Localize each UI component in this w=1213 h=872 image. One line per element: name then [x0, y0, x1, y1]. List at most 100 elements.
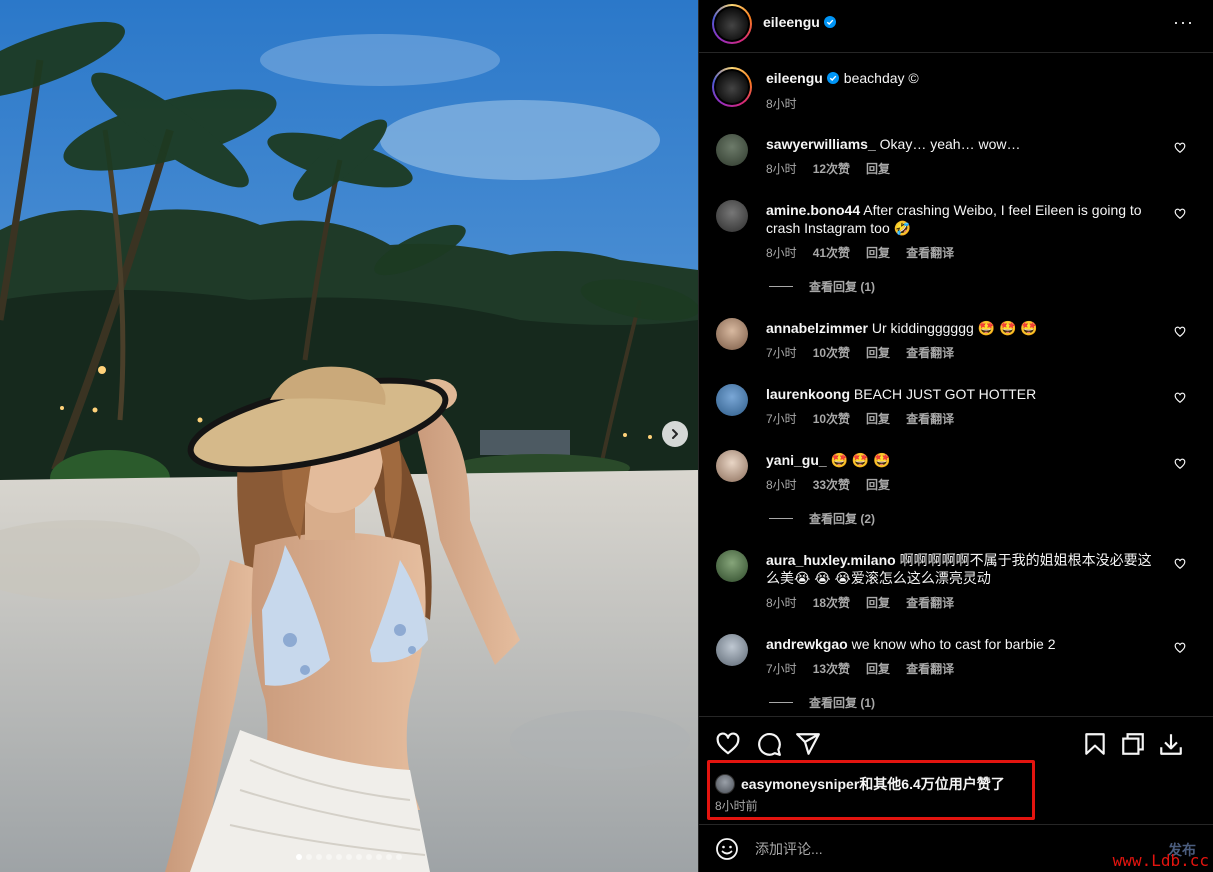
caption-text: beachday ©: [843, 70, 919, 86]
comment-like-count[interactable]: 41次赞: [813, 244, 850, 261]
copy-icon[interactable]: [1120, 731, 1146, 757]
carousel-dot: [316, 854, 322, 860]
commenter-avatar[interactable]: [716, 200, 748, 232]
commenter-username[interactable]: annabelzimmer: [766, 320, 868, 336]
emoji-icon[interactable]: [715, 837, 739, 861]
translate-button[interactable]: 查看翻译: [906, 594, 954, 611]
likes-summary[interactable]: easymoneysniper和其他6.4万位用户赞了: [715, 774, 1005, 794]
comment-like-icon[interactable]: [1174, 392, 1186, 404]
comment-meta: 8小时 12次赞 回复: [766, 160, 890, 177]
verified-badge-icon: [823, 16, 836, 28]
carousel-dot: [386, 854, 392, 860]
comment-body: annabelzimmer Ur kiddingggggg 🤩 🤩 🤩: [766, 319, 1158, 337]
bookmark-icon[interactable]: [1082, 731, 1108, 757]
reply-button[interactable]: 回复: [866, 660, 890, 677]
view-replies-button[interactable]: 查看回复 (1): [769, 694, 875, 711]
reply-button[interactable]: 回复: [866, 160, 890, 177]
reply-button[interactable]: 回复: [866, 244, 890, 261]
comment-icon[interactable]: [756, 731, 782, 757]
comment-body: laurenkoong BEACH JUST GOT HOTTER: [766, 385, 1158, 403]
comment-like-icon[interactable]: [1174, 458, 1186, 470]
commenter-avatar[interactable]: [716, 134, 748, 166]
translate-button[interactable]: 查看翻译: [906, 244, 954, 261]
comment-time: 7小时: [766, 346, 797, 360]
reply-button[interactable]: 回复: [866, 594, 890, 611]
comment-like-icon[interactable]: [1174, 326, 1186, 338]
post-actions: easymoneysniper和其他6.4万位用户赞了 8小时前: [699, 716, 1213, 824]
commenter-avatar[interactable]: [716, 384, 748, 416]
comment-time: 8小时: [766, 162, 797, 176]
commenter-username[interactable]: sawyerwilliams_: [766, 136, 876, 152]
view-replies-label: 查看回复 (1): [809, 696, 876, 710]
download-icon[interactable]: [1158, 731, 1184, 757]
carousel-dot: [326, 854, 332, 860]
comment-text: Ur kiddingggggg 🤩 🤩 🤩: [867, 320, 1038, 336]
translate-button[interactable]: 查看翻译: [906, 410, 954, 427]
verified-badge-icon: [826, 72, 839, 84]
caption-username[interactable]: eileengu: [766, 70, 823, 86]
comment-like-count[interactable]: 12次赞: [813, 160, 850, 177]
commenter-username[interactable]: amine.bono44: [766, 202, 860, 218]
comment-time: 8小时: [766, 596, 797, 610]
beach-photo: [0, 0, 698, 872]
translate-button[interactable]: 查看翻译: [906, 344, 954, 361]
comment-time: 7小时: [766, 412, 797, 426]
next-image-button[interactable]: [662, 421, 688, 447]
comment-like-icon[interactable]: [1174, 142, 1186, 154]
send-icon[interactable]: [795, 731, 821, 757]
chevron-right-icon: [672, 429, 678, 439]
comment-meta: 8小时 18次赞 回复 查看翻译: [766, 594, 954, 611]
comment-like-icon[interactable]: [1174, 558, 1186, 570]
comment-meta: 7小时 13次赞 回复 查看翻译: [766, 660, 954, 677]
header-username[interactable]: eileengu: [763, 14, 820, 30]
comment-meta: 8小时 41次赞 回复 查看翻译: [766, 244, 954, 261]
post-timestamp: 8小时前: [715, 799, 758, 813]
translate-button[interactable]: 查看翻译: [906, 660, 954, 677]
comment-time: 8小时: [766, 478, 797, 492]
comment-like-count[interactable]: 10次赞: [813, 344, 850, 361]
comment-body: aura_huxley.milano 啊啊啊啊啊不属于我的姐姐根本没必要这么美😭…: [766, 551, 1158, 587]
replies-divider: [769, 518, 793, 519]
carousel-dots: [0, 854, 698, 860]
comment-item: yani_gu_ 🤩 🤩 🤩 8小时 33次赞 回复查看回复 (2): [699, 448, 1213, 548]
comment-like-count[interactable]: 13次赞: [813, 660, 850, 677]
comment-like-icon[interactable]: [1174, 208, 1186, 220]
commenter-avatar[interactable]: [716, 450, 748, 482]
commenter-username[interactable]: andrewkgao: [766, 636, 848, 652]
commenter-avatar[interactable]: [716, 318, 748, 350]
commenter-username[interactable]: yani_gu_: [766, 452, 827, 468]
comment-item: amine.bono44 After crashing Weibo, I fee…: [699, 198, 1213, 298]
view-replies-button[interactable]: 查看回复 (2): [769, 510, 875, 527]
more-options-icon[interactable]: ···: [1173, 12, 1194, 33]
caption-time: 8小时: [766, 97, 797, 111]
comment-like-count[interactable]: 33次赞: [813, 476, 850, 493]
avatar-ring[interactable]: [712, 4, 752, 44]
carousel-dot: [376, 854, 382, 860]
commenter-username[interactable]: laurenkoong: [766, 386, 850, 402]
commenter-avatar[interactable]: [716, 634, 748, 666]
watermark-text: www.Ldb.cc: [1112, 851, 1209, 870]
comment-like-icon[interactable]: [1174, 642, 1186, 654]
comment-text: Okay… yeah… wow…: [875, 136, 1021, 152]
caption-avatar[interactable]: [712, 67, 752, 107]
view-replies-label: 查看回复 (2): [809, 512, 876, 526]
reply-button[interactable]: 回复: [866, 410, 890, 427]
comment-like-count[interactable]: 18次赞: [813, 594, 850, 611]
comment-time: 8小时: [766, 246, 797, 260]
reply-button[interactable]: 回复: [866, 476, 890, 493]
comment-body: yani_gu_ 🤩 🤩 🤩: [766, 451, 1158, 469]
comment-time: 7小时: [766, 662, 797, 676]
carousel-dot: [336, 854, 342, 860]
view-replies-button[interactable]: 查看回复 (1): [769, 278, 875, 295]
comment-like-count[interactable]: 10次赞: [813, 410, 850, 427]
heart-icon[interactable]: [715, 731, 741, 757]
carousel-dot: [346, 854, 352, 860]
comment-item: andrewkgao we know who to cast for barbi…: [699, 632, 1213, 716]
view-replies-label: 查看回复 (1): [809, 280, 876, 294]
commenter-avatar[interactable]: [716, 550, 748, 582]
comment-text: BEACH JUST GOT HOTTER: [850, 386, 1037, 402]
post-side-panel: eileengu ··· eileengu beachday © 8小时 saw…: [698, 0, 1213, 872]
commenter-username[interactable]: aura_huxley.milano: [766, 552, 896, 568]
comment-input[interactable]: [755, 837, 1135, 861]
reply-button[interactable]: 回复: [866, 344, 890, 361]
